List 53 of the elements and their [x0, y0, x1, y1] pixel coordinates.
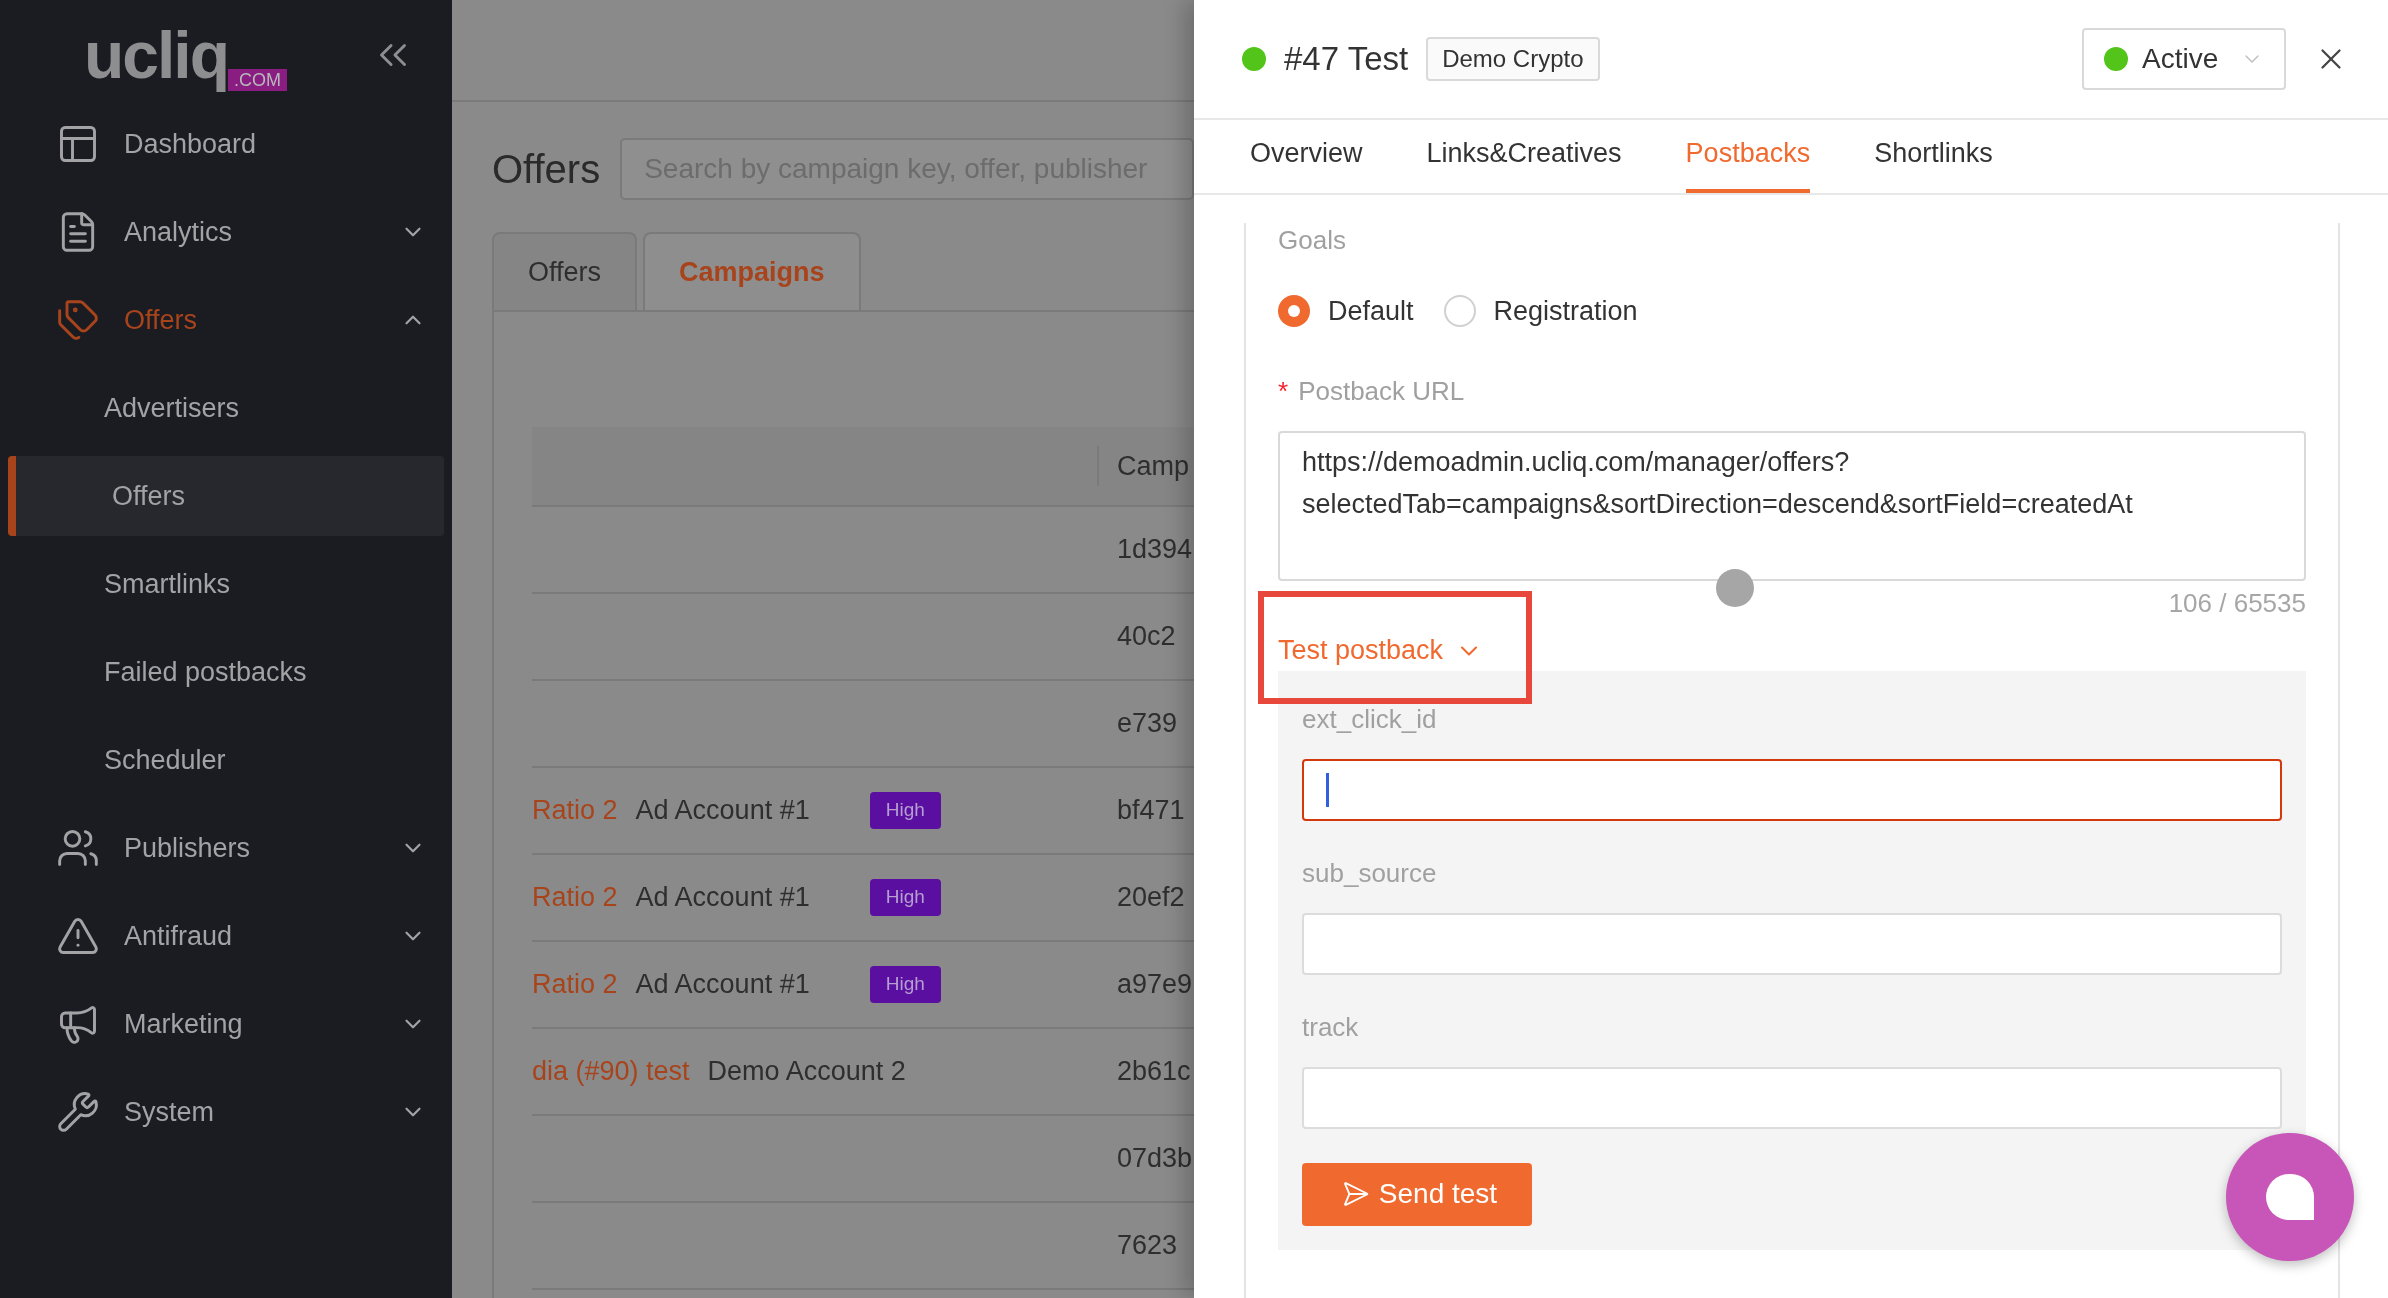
priority-badge: High: [869, 966, 941, 1003]
submenu-item[interactable]: Offers: [8, 456, 444, 536]
field-label: sub_source: [1302, 856, 1438, 890]
goal-radio[interactable]: Registration: [1443, 291, 1638, 332]
table-cell-text: 40c2: [1116, 620, 1176, 654]
input-field[interactable]: [1302, 758, 2282, 821]
table-cell-text: Demo Account 2: [707, 1055, 906, 1089]
submenu-item[interactable]: Failed postbacks: [0, 628, 452, 716]
tag-icon: [56, 298, 100, 342]
page-title: Offers: [492, 146, 601, 193]
postback-url-field[interactable]: https://demoadmin.ucliq.com/manager/offers?selectedTab=campaigns&sortDirection=descend&sortField=createdAt: [1278, 430, 2306, 581]
table-cell-text: e739: [1116, 707, 1178, 741]
goals-label: Goals: [1278, 224, 1347, 257]
table-cell-text: 20ef2: [1116, 881, 1185, 915]
drawer-tab[interactable]: Shortlinks: [1874, 118, 1993, 193]
table-cell-text: Ad Account #1: [635, 968, 810, 1002]
required-mark: *: [1278, 374, 1289, 408]
sidebar-item[interactable]: System: [0, 1068, 452, 1156]
drawer-tab[interactable]: Links&Creatives: [1426, 118, 1622, 193]
character-counter: 106 / 65535: [2168, 586, 2306, 620]
status-select[interactable]: Active: [2082, 28, 2286, 90]
sidebar-item[interactable]: Publishers: [0, 804, 452, 892]
wrench-icon: [56, 1090, 100, 1134]
goal-radio[interactable]: Default: [1278, 291, 1414, 332]
sidebar-item[interactable]: Marketing: [0, 980, 452, 1068]
drawer-tab[interactable]: Overview: [1250, 118, 1363, 193]
resize-handle[interactable]: [1716, 568, 1754, 607]
table-cell-text: a97e9: [1116, 968, 1193, 1002]
drawer-title: #47 Test: [1284, 39, 1409, 80]
column-header: Camp: [1116, 449, 1190, 483]
table-cell-text: 1d394: [1116, 533, 1193, 567]
sidebar-item[interactable]: Dashboard: [0, 100, 452, 188]
submenu-item[interactable]: Advertisers: [0, 364, 452, 452]
table-cell-text: Ad Account #1: [635, 881, 810, 915]
postback-url-label: Postback URL: [1298, 374, 1465, 408]
chat-bubble-button[interactable]: [2226, 1133, 2354, 1261]
page-tab[interactable]: Offers: [492, 232, 638, 310]
priority-badge: High: [869, 792, 941, 829]
tag: Demo Crypto: [1426, 37, 1600, 81]
priority-badge: High: [869, 879, 941, 916]
sidebar-item[interactable]: Antifraud: [0, 892, 452, 980]
submenu-item[interactable]: Smartlinks: [0, 540, 452, 628]
table-cell-text: Ad Account #1: [635, 794, 810, 828]
table-cell-text: 07d3b: [1116, 1142, 1193, 1176]
field-label: track: [1302, 1010, 1360, 1044]
table-cell-text: 2b61c: [1116, 1055, 1191, 1089]
text-cursor: [1326, 772, 1329, 807]
field-label: ext_click_id: [1302, 702, 1438, 736]
sidebar-item[interactable]: Analytics: [0, 188, 452, 276]
submenu-item[interactable]: Scheduler: [0, 716, 452, 804]
table-cell-text: 7623: [1116, 1229, 1178, 1263]
chat-icon: [2266, 1174, 2314, 1220]
table-cell-text: bf471: [1116, 794, 1185, 828]
